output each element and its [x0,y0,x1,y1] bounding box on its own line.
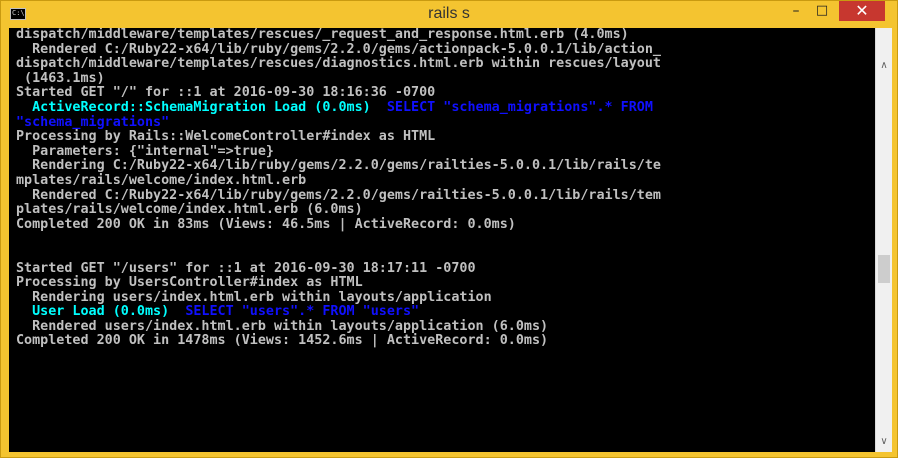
console-text-segment: Started GET "/users" for ::1 at 2016-09-… [16,260,476,276]
console-text-segment: Processing by Rails::WelcomeController#i… [16,129,436,145]
console-text-segment: dispatch/middleware/templates/rescues/di… [16,56,661,72]
console-text-segment: plates/rails/welcome/index.html.erb (6.0… [16,202,363,218]
console-text-segment: Completed 200 OK in 1478ms (Views: 1452.… [16,333,549,349]
title-bar[interactable]: C:\ rails s – □ ✕ [1,1,897,27]
console-line: "schema_migrations" [16,114,661,131]
console-text-segment: Rendered C:/Ruby22-x64/lib/ruby/gems/2.2… [16,41,661,57]
console-text-segment: User Load (0.0ms) [16,304,186,320]
console-text-segment: SELECT "schema_migrations".* FROM [386,99,653,115]
console-text-segment: SELECT "users".* FROM "users" [185,304,420,320]
console-text-segment: Rendering C:/Ruby22-x64/lib/ruby/gems/2.… [16,158,661,174]
console-line: Processing by Rails::WelcomeController#i… [16,129,661,145]
console-line: dispatch/middleware/templates/rescues/di… [16,56,661,72]
console-line: Completed 200 OK in 1478ms (Views: 1452.… [16,334,661,349]
console-output[interactable]: dispatch/middleware/templates/rescues/_r… [9,28,875,452]
console-text-segment: Parameters: {"internal"=>true} [16,143,274,159]
console-text-segment: Rendered C:/Ruby22-x64/lib/ruby/gems/2.2… [16,187,661,203]
scrollbar-thumb[interactable] [878,254,890,284]
console-text-segment: ActiveRecord::SchemaMigration Load (0.0m… [16,99,387,115]
console-line: Completed 200 OK in 83ms (Views: 46.5ms … [16,216,661,233]
window-title: rails s [428,5,470,22]
console-text-segment: Rendered users/index.html.erb within lay… [16,318,549,334]
console-line: ActiveRecord::SchemaMigration Load (0.0m… [16,99,661,116]
console-text-segment: Started GET "/" for ::1 at 2016-09-30 18… [16,85,436,101]
console-line: dispatch/middleware/templates/rescues/_r… [16,28,661,43]
console-text-segment: mplates/rails/welcome/index.html.erb [16,172,307,188]
console-line: (1463.1ms) [16,70,661,87]
minimize-button[interactable]: – [783,1,809,21]
close-icon: ✕ [855,1,869,20]
console-line: Processing by UsersController#index as H… [16,275,661,291]
console-text-segment: dispatch/middleware/templates/rescues/_r… [16,28,629,42]
console-line: User Load (0.0ms) SELECT "users".* FROM … [16,304,661,320]
console-line: Rendering users/index.html.erb within la… [16,289,661,306]
console-text-segment: Rendering users/index.html.erb within la… [16,289,492,305]
console-line: Rendered C:/Ruby22-x64/lib/ruby/gems/2.2… [16,41,661,58]
console-text-segment: Processing by UsersController#index as H… [16,275,363,291]
console-line: mplates/rails/welcome/index.html.erb [16,172,661,189]
console-line: Started GET "/users" for ::1 at 2016-09-… [16,260,661,277]
minimize-icon: – [792,3,800,19]
close-button[interactable]: ✕ [839,1,885,21]
console-window: C:\ rails s – □ ✕ dispatch/middleware/te… [0,0,898,458]
console-line: plates/rails/welcome/index.html.erb (6.0… [16,202,661,218]
maximize-button[interactable]: □ [809,1,835,21]
console-text-segment: "schema_migrations" [16,114,170,130]
scroll-down-arrow-icon[interactable]: ∨ [876,434,892,450]
maximize-icon: □ [815,3,829,18]
console-line: Started GET "/" for ::1 at 2016-09-30 18… [16,86,661,101]
console-line: Rendering C:/Ruby22-x64/lib/ruby/gems/2.… [16,159,661,174]
console-line: Rendered C:/Ruby22-x64/lib/ruby/gems/2.2… [16,187,661,204]
console-text-segment: (1463.1ms) [16,70,105,86]
console-text-segment: Completed 200 OK in 83ms (Views: 46.5ms … [16,216,516,232]
vertical-scrollbar[interactable]: ∧ ∨ [875,28,892,452]
console-lines: dispatch/middleware/templates/rescues/_r… [16,28,661,349]
scroll-up-arrow-icon[interactable]: ∧ [876,58,892,74]
